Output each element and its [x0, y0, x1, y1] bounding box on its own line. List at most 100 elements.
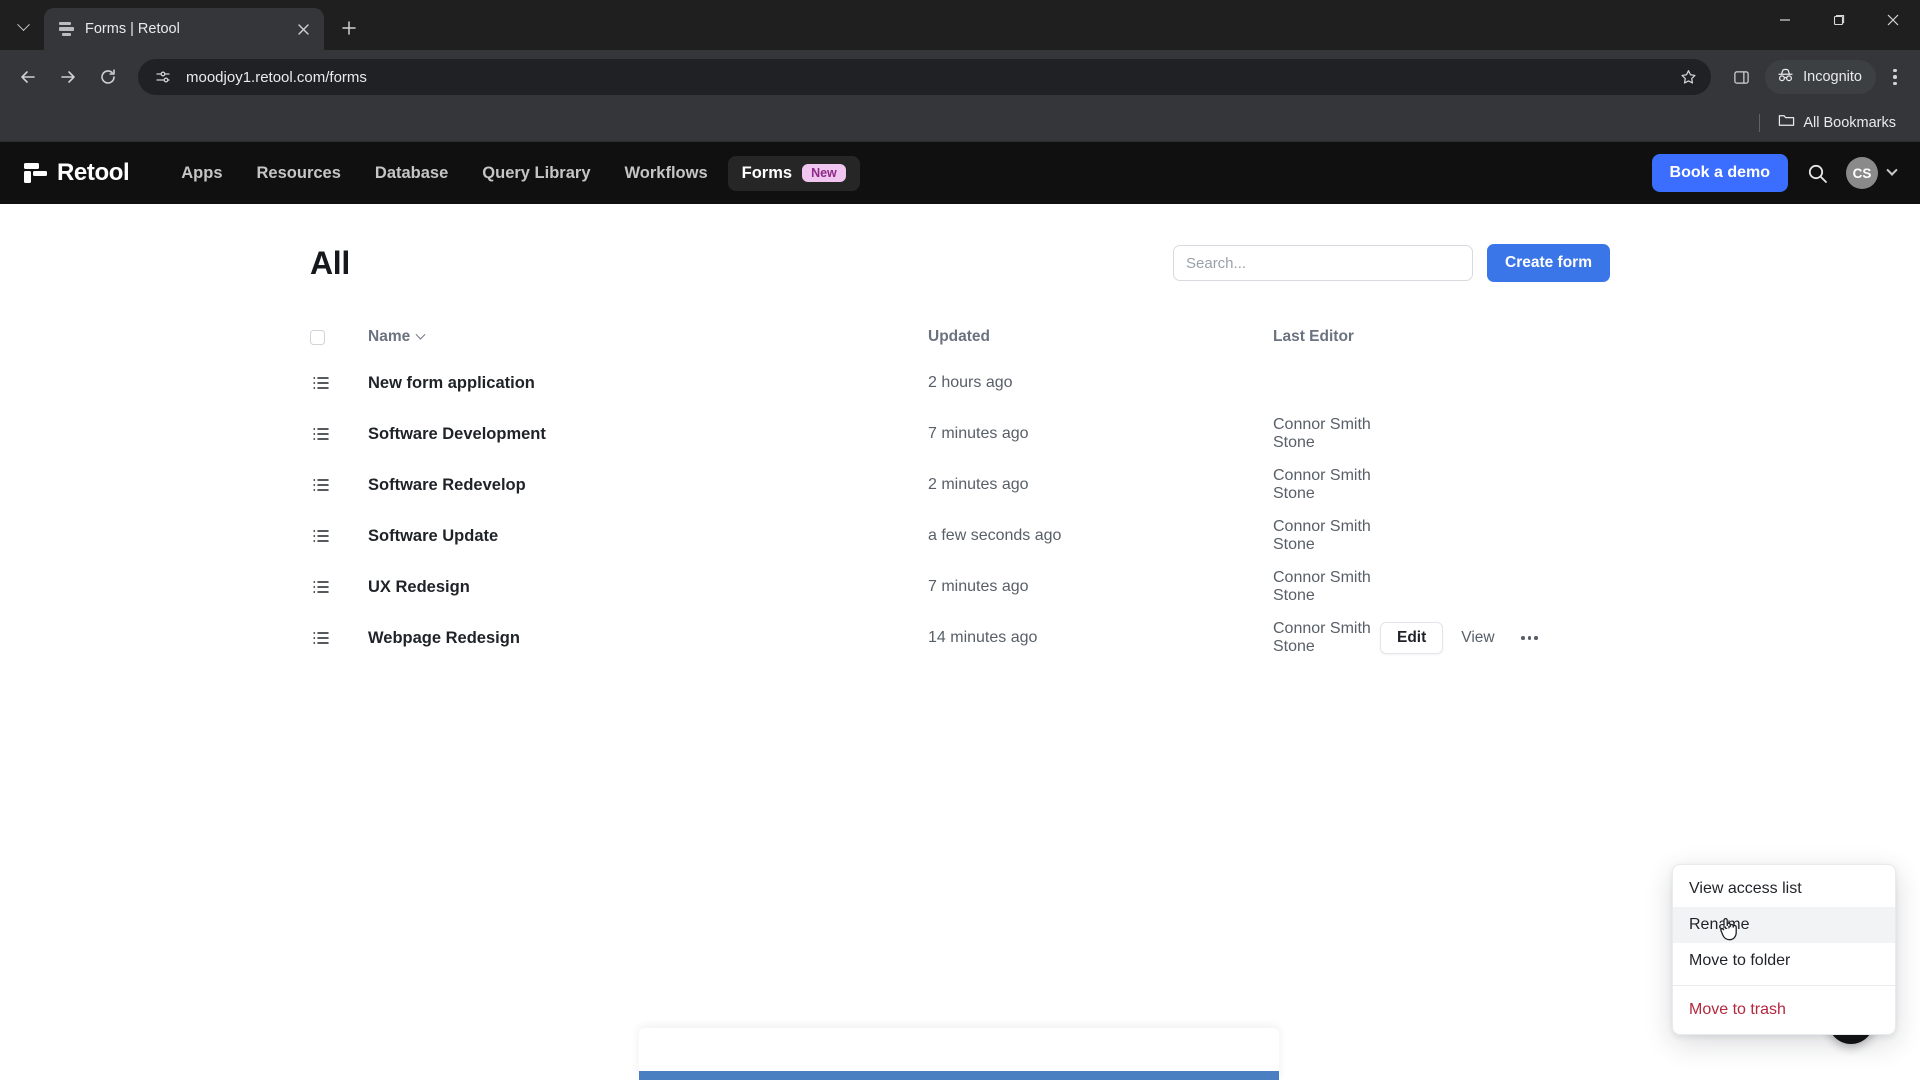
new-badge: New	[802, 163, 846, 183]
incognito-icon	[1776, 67, 1795, 87]
nav-item-query-library[interactable]: Query Library	[468, 156, 604, 191]
retool-logo[interactable]: Retool	[24, 159, 130, 187]
all-bookmarks-label: All Bookmarks	[1803, 114, 1896, 131]
side-panel-icon[interactable]	[1723, 59, 1759, 95]
nav-item-forms[interactable]: Forms New	[727, 155, 860, 191]
table-row[interactable]: Software Development 7 minutes ago Connor …	[310, 409, 1610, 459]
page-header: All Create form	[310, 244, 1610, 282]
star-icon[interactable]	[1673, 62, 1703, 92]
form-name[interactable]: Webpage Redesign	[368, 629, 928, 648]
maximize-icon[interactable]	[1812, 0, 1866, 40]
create-form-button[interactable]: Create form	[1487, 244, 1610, 282]
tab-search-button[interactable]	[6, 10, 40, 44]
column-header-updated[interactable]: Updated	[928, 328, 1273, 346]
retool-nav-right: Book a demo CS	[1651, 154, 1898, 192]
retool-logo-text: Retool	[57, 159, 130, 186]
minimize-icon[interactable]	[1758, 0, 1812, 40]
form-name[interactable]: New form application	[368, 374, 928, 393]
form-last-editor: Connor Smith Stone	[1273, 416, 1371, 451]
form-list-icon	[310, 425, 368, 443]
forms-table: Name Updated Last Editor New form applic…	[310, 316, 1610, 663]
reload-button[interactable]	[90, 59, 126, 95]
form-updated-time: 14 minutes ago	[928, 629, 1038, 646]
row-actions: Edit View	[1380, 622, 1610, 654]
all-bookmarks-button[interactable]: All Bookmarks	[1770, 108, 1904, 137]
page-viewport: Retool Apps Resources Database Query Lib…	[0, 142, 1920, 1080]
browser-tab[interactable]: Forms | Retool	[44, 8, 324, 50]
form-name[interactable]: Software Redevelop	[368, 476, 928, 495]
bookmarks-bar: All Bookmarks	[0, 104, 1920, 142]
menu-divider	[1673, 985, 1895, 986]
divider	[1759, 113, 1761, 132]
retool-logo-icon	[24, 163, 48, 183]
form-list-icon	[310, 578, 368, 596]
view-button[interactable]: View	[1449, 623, 1506, 653]
window-close-icon[interactable]	[1866, 0, 1920, 40]
checkbox-unchecked-icon[interactable]	[310, 329, 325, 345]
menu-item-rename[interactable]: Rename	[1673, 907, 1895, 943]
select-all-cell[interactable]	[310, 329, 368, 345]
form-updated-time: 7 minutes ago	[928, 578, 1029, 595]
table-row[interactable]: New form application 2 hours ago	[310, 358, 1610, 408]
browser-window: Forms | Retool moodjoy1.retool.com/forms…	[0, 0, 1920, 1080]
forward-button[interactable]	[50, 59, 86, 95]
chevron-down-icon[interactable]	[1886, 164, 1898, 176]
menu-item-move-to-folder[interactable]: Move to folder	[1673, 943, 1895, 979]
table-body: New form application 2 hours ago Software …	[310, 358, 1610, 663]
table-row[interactable]: Software Update a few seconds ago Connor S…	[310, 511, 1610, 561]
incognito-label: Incognito	[1803, 69, 1862, 85]
nav-item-workflows[interactable]: Workflows	[611, 156, 722, 191]
table-header-row: Name Updated Last Editor	[310, 316, 1610, 358]
avatar[interactable]: CS	[1846, 157, 1878, 189]
form-updated-time: 2 hours ago	[928, 374, 1013, 391]
form-last-editor: Connor Smith Stone	[1273, 518, 1371, 553]
nav-item-apps[interactable]: Apps	[167, 156, 236, 191]
retool-favicon-icon	[58, 21, 75, 38]
menu-item-view-access-list[interactable]: View access list	[1673, 871, 1895, 907]
window-controls	[1758, 0, 1920, 40]
nav-item-database[interactable]: Database	[361, 156, 462, 191]
url-text: moodjoy1.retool.com/forms	[186, 68, 367, 86]
form-updated-time: a few seconds ago	[928, 527, 1062, 544]
form-last-editor: Connor Smith Stone	[1273, 569, 1371, 604]
search-icon[interactable]	[1804, 160, 1830, 186]
table-row[interactable]: Webpage Redesign 14 minutes ago Connor Smi…	[310, 613, 1610, 663]
close-icon[interactable]	[292, 18, 314, 40]
form-updated-time: 2 minutes ago	[928, 476, 1029, 493]
table-row[interactable]: Software Redevelop 2 minutes ago Connor Sm…	[310, 460, 1610, 510]
nav-item-forms-label: Forms	[741, 163, 793, 182]
form-last-editor: Connor Smith Stone	[1273, 467, 1371, 502]
page-content: All Create form Name	[0, 204, 1920, 1080]
address-bar[interactable]: moodjoy1.retool.com/forms	[138, 59, 1712, 95]
bottom-preview-panel	[639, 1028, 1279, 1080]
site-settings-icon[interactable]	[150, 64, 176, 90]
form-list-icon	[310, 476, 368, 494]
incognito-indicator[interactable]: Incognito	[1765, 60, 1876, 94]
column-header-last-editor[interactable]: Last Editor	[1273, 328, 1380, 346]
form-name[interactable]: UX Redesign	[368, 578, 928, 597]
form-updated-time: 7 minutes ago	[928, 425, 1029, 442]
table-row[interactable]: UX Redesign 7 minutes ago Connor Smith Sto…	[310, 562, 1610, 612]
menu-item-move-to-trash[interactable]: Move to trash	[1673, 992, 1895, 1028]
form-last-editor: Connor Smith Stone	[1273, 620, 1371, 655]
nav-item-resources[interactable]: Resources	[243, 156, 355, 191]
book-a-demo-button[interactable]: Book a demo	[1651, 154, 1788, 192]
form-list-icon	[310, 629, 368, 647]
tab-strip: Forms | Retool	[0, 0, 1920, 50]
column-header-name[interactable]: Name	[368, 328, 928, 346]
form-list-icon	[310, 374, 368, 392]
page-title: All	[310, 244, 350, 281]
ellipsis-icon[interactable]	[1513, 623, 1547, 653]
edit-button[interactable]: Edit	[1380, 622, 1444, 654]
retool-nav-links: Apps Resources Database Query Library Wo…	[167, 155, 860, 191]
back-button[interactable]	[10, 59, 46, 95]
form-name[interactable]: Software Update	[368, 527, 928, 546]
new-tab-button[interactable]	[332, 11, 366, 45]
tab-title: Forms | Retool	[85, 21, 180, 37]
header-actions: Create form	[1173, 244, 1610, 282]
form-name[interactable]: Software Development	[368, 425, 928, 444]
column-header-name-label: Name	[368, 328, 411, 345]
three-dot-menu-icon[interactable]	[1880, 59, 1910, 95]
chevron-down-icon	[415, 329, 426, 340]
search-input[interactable]	[1173, 245, 1473, 281]
